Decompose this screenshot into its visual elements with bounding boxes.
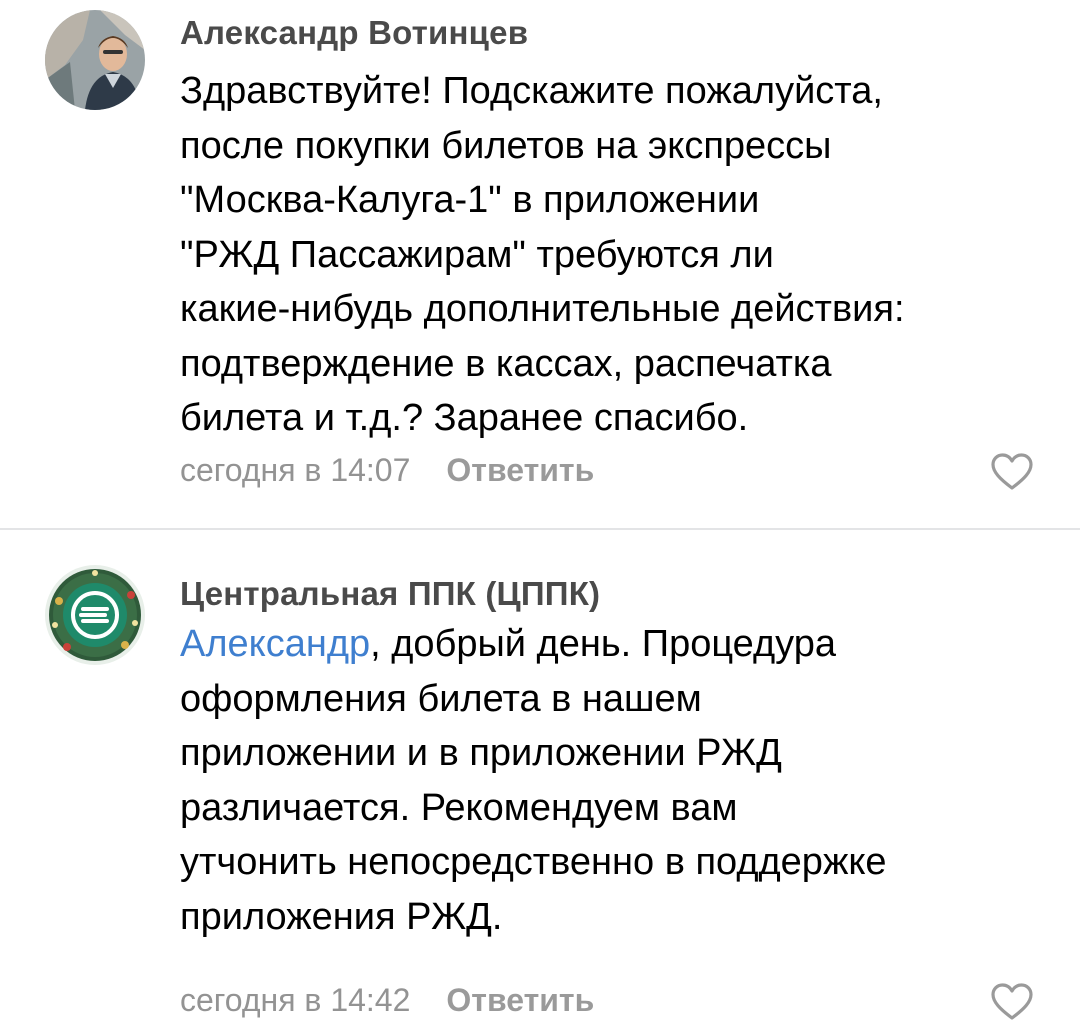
comment-line: приложения РЖД. — [180, 895, 503, 938]
comment-line: приложении и в приложении РЖД — [180, 732, 782, 774]
comment-line: Здравствуйте! Подскажите пожалуйста, — [180, 70, 883, 112]
user-photo-icon — [45, 10, 145, 110]
cppk-logo-icon — [45, 565, 145, 665]
comment-line: "РЖД Пассажирам" требуются ли — [180, 233, 774, 276]
comment-line: различается. Рекомендуем вам — [180, 786, 738, 829]
heart-outline-icon — [991, 453, 1033, 490]
comment-text: Александр, добрый день. Процедура оформл… — [180, 617, 1050, 944]
comment-timestamp: сегодня в 14:42 — [180, 982, 411, 1018]
avatar[interactable] — [45, 10, 145, 110]
reply-button[interactable]: Ответить — [446, 452, 594, 489]
comment-line: после покупки билетов на экспрессы — [180, 124, 832, 167]
heart-outline-icon — [991, 983, 1033, 1020]
comment-line: билета и т.д.? Заранее спасибо. — [180, 397, 749, 439]
comment-line: подтверждение в кассах, распечатка — [180, 342, 832, 385]
like-button[interactable] — [990, 982, 1034, 1022]
comment-item: Александр Вотинцев Здравствуйте! Подскаж… — [0, 0, 1080, 528]
comment-line: Александр, добрый день. Процедура — [180, 617, 1050, 672]
avatar[interactable] — [45, 565, 145, 665]
comment-line: "Москва-Калуга-1" в приложении — [180, 179, 760, 221]
comment-text: Здравствуйте! Подскажите пожалуйста, пос… — [180, 64, 1050, 446]
mention-link[interactable]: Александр — [180, 623, 370, 665]
comment-line-rest: , добрый день. Процедура — [370, 623, 836, 665]
like-button[interactable] — [990, 452, 1034, 492]
comment-line: какие-нибудь дополнительные действия: — [180, 288, 905, 330]
comment-line: оформления билета в нашем — [180, 677, 702, 720]
comment-meta: сегодня в 14:42 Ответить — [180, 982, 594, 1019]
comment-meta: сегодня в 14:07 Ответить — [180, 452, 594, 489]
reply-button[interactable]: Ответить — [446, 982, 594, 1019]
comment-timestamp: сегодня в 14:07 — [180, 452, 411, 488]
comment-author[interactable]: Александр Вотинцев — [180, 14, 528, 52]
comment-author[interactable]: Центральная ППК (ЦППК) — [180, 575, 600, 613]
comment-item: Центральная ППК (ЦППК) Александр, добрый… — [0, 530, 1080, 1020]
comment-line: утчонить непосредственно в поддержке — [180, 841, 887, 883]
